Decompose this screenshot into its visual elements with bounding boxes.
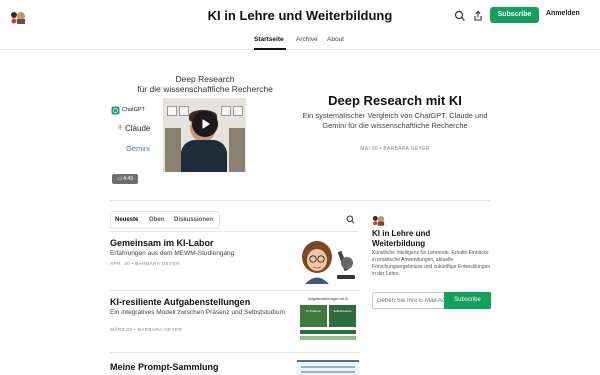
post-meta: APR. 30 • BARBARA GEYER <box>110 262 180 267</box>
thumb-box-praesenz: KI-Präsenz <box>300 305 327 327</box>
email-input[interactable] <box>372 292 444 309</box>
signin-button[interactable]: Anmelden <box>546 10 580 17</box>
tab-diskussionen[interactable]: Diskussionen <box>174 217 213 223</box>
hero-title[interactable]: Deep Research mit KI <box>300 93 490 108</box>
claude-label: Claude <box>125 124 151 133</box>
post-subtitle: Erfahrungen aus dem MEWM-Studiengang <box>110 250 235 257</box>
sidebar-subscribe-button[interactable]: Subscribe <box>444 292 491 309</box>
post-thumbnail[interactable] <box>297 360 359 375</box>
tab-oben[interactable]: Oben <box>149 217 164 223</box>
sidebar-description: Künstliche Intelligenz für Lehrende. Erh… <box>372 250 491 277</box>
divider <box>110 290 360 291</box>
main-nav: Startseite Archive About <box>0 32 600 50</box>
post-filter-tabs: Neueste Oben Diskussionen <box>110 211 220 229</box>
video-duration-badge: ▭ 4:49 <box>112 174 138 184</box>
nav-item-about[interactable]: About <box>327 36 344 43</box>
thumb-box-label: Selbststudium <box>333 309 352 313</box>
post-title[interactable]: KI-resiliente Aufgabenstellungen <box>110 297 250 307</box>
post-title[interactable]: Meine Prompt-Sammlung <box>110 362 219 372</box>
post-title[interactable]: Gemeinsam im KI-Labor <box>110 238 214 248</box>
thumb-bar <box>301 366 355 368</box>
nav-item-archive[interactable]: Archive <box>296 36 318 43</box>
post-thumbnail[interactable] <box>297 237 359 284</box>
cartoon-girl-microscope-image <box>297 237 359 284</box>
thumb-box-label: KI-Präsenz <box>306 309 321 313</box>
nav-active-indicator <box>254 48 286 50</box>
hero-subtitle: Ein systematischer Vergleich von ChatGPT… <box>302 111 488 130</box>
play-icon <box>202 119 210 129</box>
sidebar-title: KI in Lehre und Weiterbildung <box>372 229 431 248</box>
thumb-bar <box>301 371 355 373</box>
divider <box>110 352 360 353</box>
post-subtitle: Ein integratives Modell zwischen Präsenz… <box>110 309 285 316</box>
divider <box>110 200 490 201</box>
video-duration: 4:49 <box>123 176 133 182</box>
top-bar: KI in Lehre und Weiterbildung Subscribe … <box>0 0 600 32</box>
chatgpt-icon <box>111 106 120 115</box>
post-thumbnail[interactable]: Aufgabenstellungen mit KI KI-Präsenz Sel… <box>297 296 359 343</box>
claude-icon: ✳ <box>117 123 124 132</box>
thumb-heading: Aufgabenstellungen mit KI <box>307 297 349 301</box>
posts-search-icon[interactable] <box>346 215 355 224</box>
post-meta: MÄRZ 25 • BARBARA GEYER <box>110 328 183 333</box>
divider <box>110 231 358 232</box>
search-icon[interactable] <box>454 10 466 22</box>
thumb-bar <box>300 330 356 334</box>
subscribe-button[interactable]: Subscribe <box>490 7 539 23</box>
thumbnail-heading-line1: Deep Research <box>175 74 235 84</box>
video-camera-icon: ▭ <box>117 176 122 182</box>
chatgpt-label: ChatGPT <box>122 107 145 113</box>
thumb-bar <box>300 336 356 340</box>
play-button[interactable] <box>192 111 218 137</box>
thumb-box-selbststudium: Selbststudium <box>329 305 356 327</box>
tab-neueste[interactable]: Neueste <box>115 217 138 223</box>
thumbnail-heading-line2: für die wissenschaftliche Recherche <box>137 84 273 94</box>
sidebar-logo <box>372 215 385 226</box>
share-icon[interactable] <box>472 10 484 22</box>
gemini-label: Gemini <box>126 144 150 153</box>
hero-meta: MAI 30 • BARBARA GEYER <box>360 146 430 152</box>
nav-item-startseite[interactable]: Startseite <box>254 36 284 43</box>
